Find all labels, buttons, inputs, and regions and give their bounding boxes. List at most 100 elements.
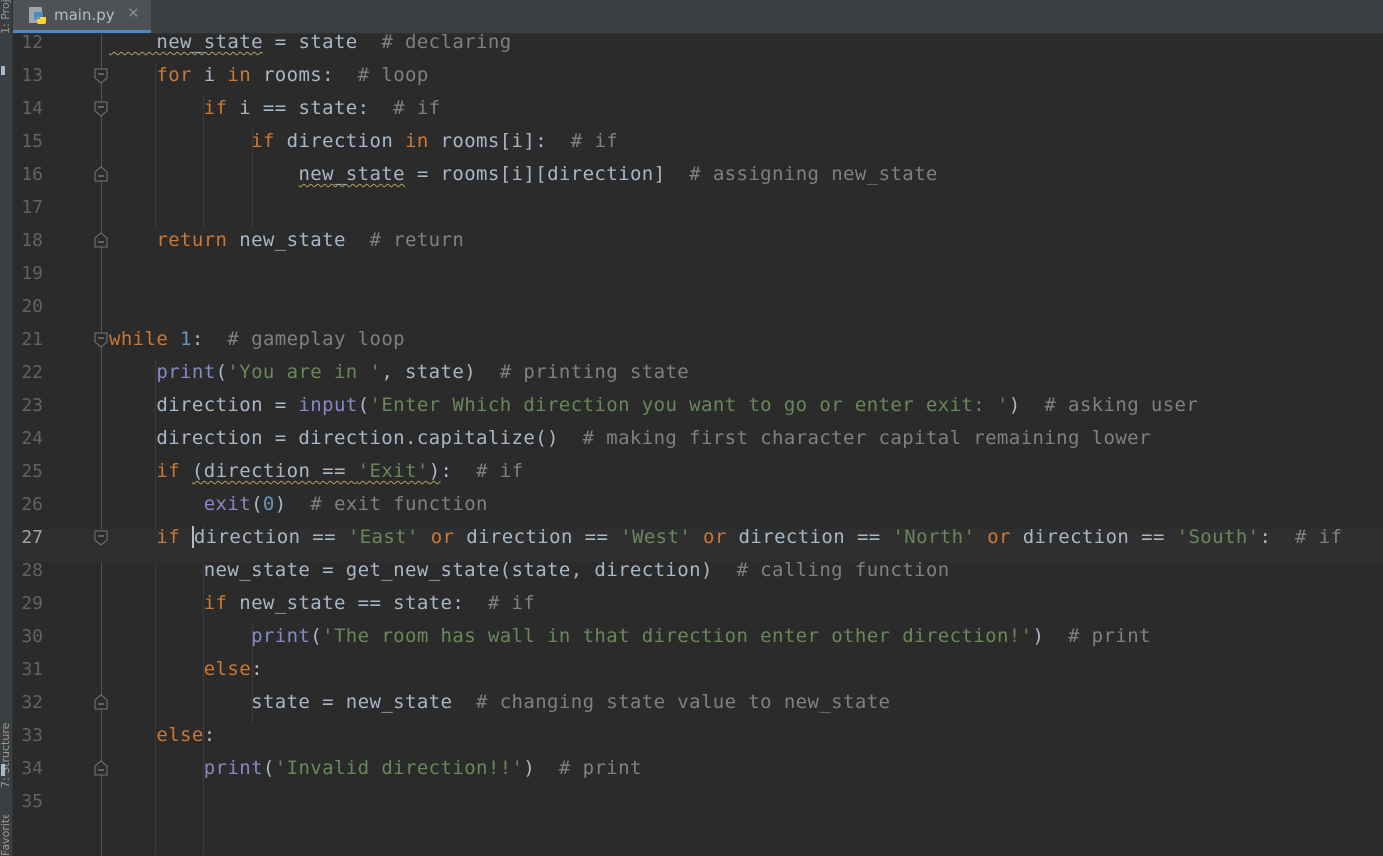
code-line[interactable]: 25 if (direction == 'Exit'): # if — [13, 460, 1383, 496]
code-line[interactable]: 20 — [13, 298, 1383, 331]
code-text: exit(0) # exit function — [109, 493, 488, 515]
code-line[interactable]: 26 exit(0) # exit function — [13, 493, 1383, 529]
code-line[interactable]: 14 if i == state: # if — [13, 97, 1383, 133]
code-token: direction — [191, 526, 301, 548]
code-line[interactable]: 13 for i in rooms: # loop — [13, 64, 1383, 100]
code-line[interactable]: 30 print('The room has wall in that dire… — [13, 625, 1383, 661]
close-icon[interactable]: ✕ — [127, 4, 140, 22]
python-file-icon — [29, 7, 46, 24]
fold-collapse-icon[interactable] — [94, 529, 108, 546]
code-token: direction == — [454, 526, 621, 548]
code-token: # if — [487, 592, 536, 614]
code-text: print('Invalid direction!!') # print — [109, 757, 642, 779]
code-token: else — [156, 724, 204, 746]
code-text: new_state = rooms[i][direction] # assign… — [109, 163, 938, 185]
code-token: # gameplay loop — [227, 328, 406, 350]
code-token: 'West' — [620, 526, 692, 548]
favorites-tool-button[interactable]: Favorites — [0, 815, 12, 856]
code-text: direction = input('Enter Which direction… — [109, 394, 1198, 416]
project-tool-button[interactable]: 1: Project — [0, 0, 12, 34]
code-line[interactable]: 12 new_state = state # declaring — [13, 31, 1383, 67]
fold-end-icon[interactable] — [94, 694, 108, 711]
fold-collapse-icon[interactable] — [94, 67, 108, 84]
code-line[interactable]: 28 new_state = get_new_state(state, dire… — [13, 559, 1383, 595]
line-number: 26 — [21, 494, 43, 515]
code-token: print — [156, 361, 216, 383]
code-token: if — [203, 97, 228, 119]
code-token: # if — [1295, 526, 1343, 548]
line-number: 15 — [21, 131, 43, 152]
code-line[interactable]: 16 new_state = rooms[i][direction] # ass… — [13, 163, 1383, 199]
code-token: new_state — [109, 31, 263, 53]
line-number: 17 — [21, 197, 43, 218]
code-token: 0 — [262, 493, 275, 515]
code-token: new_state = get_new_state(state, directi… — [109, 559, 737, 581]
code-token: direction = — [109, 394, 299, 416]
line-number: 30 — [21, 626, 43, 647]
code-line[interactable]: 23 direction = input('Enter Which direct… — [13, 394, 1383, 430]
code-editor[interactable]: 12 new_state = state # declaring 13 for i… — [13, 31, 1383, 856]
code-token: new_state == state: — [227, 592, 488, 614]
code-text: new_state = state # declaring — [109, 31, 512, 53]
code-text: if i == state: # if — [109, 97, 441, 119]
code-token: direction == — [726, 526, 893, 548]
line-number: 13 — [21, 65, 43, 86]
code-token: if — [203, 592, 228, 614]
code-line[interactable]: 35 — [13, 793, 1383, 826]
code-token: # declaring — [381, 31, 512, 53]
code-line[interactable]: 17 — [13, 199, 1383, 232]
editor-tab-bar: main.py ✕ — [13, 0, 1383, 34]
code-line[interactable]: 15 if direction in rooms[i]: # if — [13, 130, 1383, 166]
code-token: 'Exit' — [357, 460, 429, 482]
fold-end-icon[interactable] — [94, 760, 108, 777]
code-text: else: — [109, 724, 216, 746]
code-token: ) — [1008, 394, 1045, 416]
line-number: 23 — [21, 395, 43, 416]
code-token: # if — [476, 460, 524, 482]
line-number: 20 — [21, 296, 43, 317]
code-token: new_state — [227, 229, 370, 251]
code-token: input — [298, 394, 358, 416]
code-token: 'The room has wall in that direction ent… — [322, 625, 1033, 647]
code-token: exit — [203, 493, 252, 515]
code-token: direction — [274, 130, 405, 152]
code-line[interactable]: 32 state = new_state # changing state va… — [13, 693, 1383, 727]
code-line[interactable]: 29 if new_state == state: # if — [13, 592, 1383, 628]
code-token: # return — [369, 229, 465, 251]
code-token: new_state — [298, 163, 405, 185]
code-token: 'Enter Which direction you want to go or… — [369, 394, 1009, 416]
fold-collapse-icon[interactable] — [94, 331, 108, 348]
code-line[interactable]: 18 return new_state # return — [13, 229, 1383, 265]
fold-collapse-icon[interactable] — [94, 100, 108, 117]
code-line[interactable]: 27 if direction == 'East' or direction =… — [13, 526, 1383, 562]
tab-main-py[interactable]: main.py ✕ — [13, 0, 151, 33]
code-text: if direction == 'East' or direction == '… — [109, 526, 1343, 548]
code-token: 'You are in ' — [227, 361, 382, 383]
line-number: 14 — [21, 98, 43, 119]
code-line[interactable]: 34 print('Invalid direction!!') # print — [13, 757, 1383, 793]
code-line[interactable]: 19 — [13, 265, 1383, 298]
code-token: i — [191, 64, 228, 86]
code-token: # making first character capital remaini… — [582, 427, 1151, 449]
code-line[interactable]: 21 while 1: # gameplay loop — [13, 328, 1383, 364]
code-token: if — [251, 130, 275, 152]
code-line[interactable]: 22 print('You are in ', state) # printin… — [13, 361, 1383, 397]
fold-end-icon[interactable] — [94, 166, 108, 183]
code-line[interactable]: 24 direction = direction.capitalize() # … — [13, 427, 1383, 463]
fold-end-icon[interactable] — [94, 232, 108, 249]
structure-marker — [1, 764, 5, 776]
code-token: : — [1259, 526, 1296, 548]
code-token: return — [156, 229, 228, 251]
code-token: ) — [1032, 625, 1068, 647]
line-number: 25 — [21, 461, 43, 482]
tool-window-strip: 1: Project 7: Structure Favorites — [0, 0, 13, 856]
code-token: (direction == — [191, 460, 358, 482]
code-line[interactable]: 31 else: — [13, 658, 1383, 694]
code-line[interactable]: 33 else: — [13, 724, 1383, 760]
code-token: else — [203, 658, 252, 680]
